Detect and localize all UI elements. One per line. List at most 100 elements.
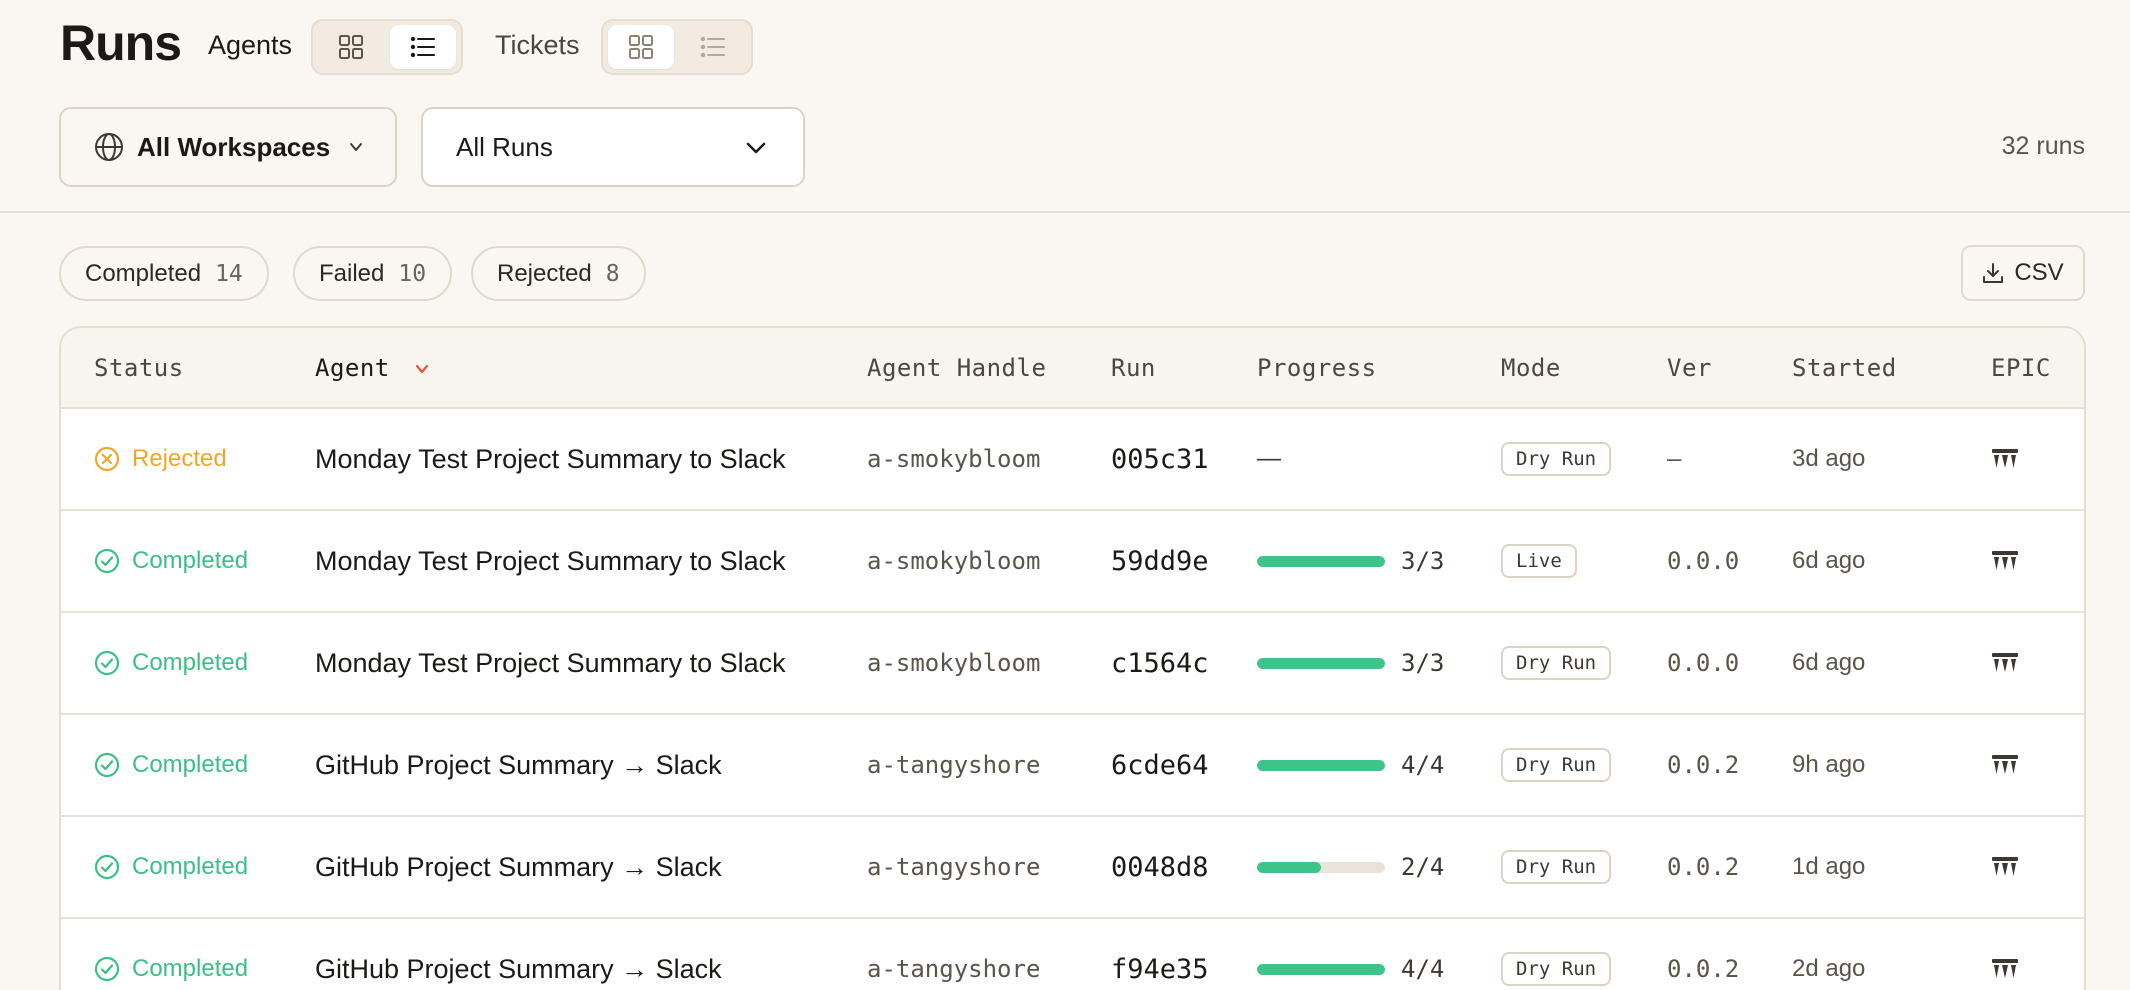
- mode-badge: Dry Run: [1501, 442, 1612, 476]
- agent-name[interactable]: GitHub Project Summary → Slack: [315, 919, 722, 990]
- x-circle-icon: [94, 446, 120, 472]
- mode-cell: Dry Run: [1501, 613, 1612, 713]
- table-row[interactable]: Rejected Monday Test Project Summary to …: [61, 409, 2084, 511]
- list-view-icon: [700, 36, 725, 58]
- table-row[interactable]: Completed Monday Test Project Summary to…: [61, 511, 2084, 613]
- version: 0.0.0: [1667, 649, 1740, 677]
- runs-filter-label: All Runs: [456, 131, 553, 162]
- tickets-list-view-button[interactable]: [680, 25, 746, 69]
- epic-icon: [1992, 755, 2018, 774]
- agents-view-toggle: [311, 19, 463, 75]
- chip-label: Failed: [319, 259, 385, 287]
- epic-cell[interactable]: [1991, 919, 2019, 990]
- chip-label: Rejected: [497, 259, 592, 287]
- status-label: Completed: [132, 853, 249, 880]
- table-row[interactable]: Completed GitHub Project Summary → Slack…: [61, 919, 2084, 990]
- progress-text: 3/3: [1401, 547, 1445, 575]
- workspace-dropdown[interactable]: All Workspaces: [59, 107, 397, 187]
- version: 0.0.2: [1667, 751, 1740, 779]
- mode-cell: Live: [1501, 511, 1577, 611]
- agent-handle: a-smokybloom: [867, 547, 1041, 575]
- agents-grid-view-button[interactable]: [318, 25, 384, 69]
- progress-cell: 4/4: [1257, 715, 1444, 815]
- agents-list-view-button[interactable]: [390, 25, 456, 69]
- run-id[interactable]: c1564c: [1111, 613, 1209, 713]
- mode-cell: Dry Run: [1501, 817, 1612, 917]
- run-id[interactable]: 6cde64: [1111, 715, 1209, 815]
- check-circle-icon: [94, 650, 120, 676]
- agent-name[interactable]: Monday Test Project Summary to Slack: [315, 613, 786, 713]
- progress-cell: 3/3: [1257, 511, 1444, 611]
- filter-chip-failed[interactable]: Failed 10: [293, 246, 453, 301]
- progress-text: 2/4: [1401, 853, 1445, 881]
- mode-badge: Dry Run: [1501, 850, 1612, 884]
- column-header-agent[interactable]: Agent: [315, 354, 429, 382]
- progress-bar-fill: [1257, 555, 1385, 567]
- started-time: 3d ago: [1792, 445, 1866, 472]
- column-header-run[interactable]: Run: [1111, 354, 1156, 382]
- progress-cell: —: [1257, 409, 1281, 509]
- progress-bar: [1257, 861, 1385, 873]
- epic-icon: [1992, 857, 2018, 876]
- agent-name[interactable]: Monday Test Project Summary to Slack: [315, 409, 786, 509]
- check-circle-icon: [94, 854, 120, 880]
- epic-cell[interactable]: [1991, 409, 2019, 509]
- started-time: 6d ago: [1792, 649, 1866, 676]
- epic-icon: [1992, 551, 2018, 570]
- table-header: Status Agent Agent Handle Run Progress M…: [61, 328, 2084, 409]
- column-header-progress[interactable]: Progress: [1257, 354, 1377, 382]
- progress-bar: [1257, 555, 1385, 567]
- column-header-mode[interactable]: Mode: [1501, 354, 1561, 382]
- progress-cell: 2/4: [1257, 817, 1444, 917]
- epic-cell[interactable]: [1991, 613, 2019, 713]
- run-id[interactable]: 0048d8: [1111, 817, 1209, 917]
- download-icon: [1983, 263, 2004, 283]
- agent-name[interactable]: GitHub Project Summary → Slack: [315, 817, 722, 917]
- check-circle-icon: [94, 548, 120, 574]
- chip-count: 14: [215, 260, 243, 287]
- runs-filter-dropdown[interactable]: All Runs: [421, 107, 805, 187]
- grid-view-icon: [629, 35, 653, 59]
- column-header-agent-handle[interactable]: Agent Handle: [867, 354, 1046, 382]
- table-row[interactable]: Completed GitHub Project Summary → Slack…: [61, 817, 2084, 919]
- status-cell: Rejected: [94, 409, 227, 509]
- agent-handle: a-smokybloom: [867, 445, 1041, 473]
- progress-bar-fill: [1257, 657, 1385, 669]
- agent-name[interactable]: Monday Test Project Summary to Slack: [315, 511, 786, 611]
- tickets-view-toggle: [601, 19, 753, 75]
- agent-handle: a-smokybloom: [867, 649, 1041, 677]
- progress-bar-fill: [1257, 861, 1321, 873]
- run-id[interactable]: f94e35: [1111, 919, 1209, 990]
- version: 0.0.0: [1667, 547, 1740, 575]
- epic-cell[interactable]: [1991, 715, 2019, 815]
- check-circle-icon: [94, 956, 120, 982]
- mode-badge: Dry Run: [1501, 646, 1612, 680]
- run-id[interactable]: 005c31: [1111, 409, 1209, 509]
- table-row[interactable]: Completed Monday Test Project Summary to…: [61, 613, 2084, 715]
- agent-name[interactable]: GitHub Project Summary → Slack: [315, 715, 722, 815]
- chevron-down-icon: [350, 143, 363, 151]
- status-label: Completed: [132, 955, 249, 982]
- agent-handle: a-tangyshore: [867, 955, 1041, 983]
- run-id[interactable]: 59dd9e: [1111, 511, 1209, 611]
- chip-count: 10: [398, 260, 427, 287]
- epic-cell[interactable]: [1991, 817, 2019, 917]
- filter-chip-completed[interactable]: Completed 14: [59, 246, 269, 301]
- column-header-ver[interactable]: Ver: [1667, 354, 1712, 382]
- tickets-grid-view-button[interactable]: [608, 25, 674, 69]
- progress-bar: [1257, 759, 1385, 771]
- csv-export-button[interactable]: CSV: [1961, 245, 2085, 301]
- column-header-epic[interactable]: EPIC: [1991, 354, 2051, 382]
- column-header-started[interactable]: Started: [1792, 354, 1897, 382]
- globe-icon: [95, 133, 123, 161]
- epic-cell[interactable]: [1991, 511, 2019, 611]
- table-row[interactable]: Completed GitHub Project Summary → Slack…: [61, 715, 2084, 817]
- progress-text: 4/4: [1401, 751, 1445, 779]
- filter-chip-rejected[interactable]: Rejected 8: [471, 246, 646, 301]
- progress-cell: 4/4: [1257, 919, 1444, 990]
- status-label: Rejected: [132, 445, 227, 472]
- column-header-status[interactable]: Status: [94, 354, 184, 382]
- status-label: Completed: [132, 751, 249, 778]
- mode-cell: Dry Run: [1501, 919, 1612, 990]
- progress-bar: [1257, 657, 1385, 669]
